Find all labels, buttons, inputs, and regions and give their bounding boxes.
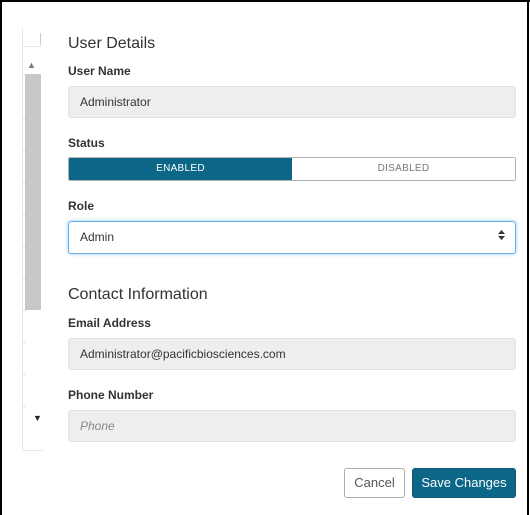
user-name-label: User Name xyxy=(68,64,131,78)
list-divider xyxy=(23,342,26,343)
window-frame-right xyxy=(527,0,529,515)
email-field: Administrator@pacificbiosciences.com xyxy=(68,338,516,370)
email-label: Email Address xyxy=(68,316,151,330)
phone-label: Phone Number xyxy=(68,388,154,402)
save-changes-button[interactable]: Save Changes xyxy=(412,468,516,498)
scrollbar-thumb[interactable] xyxy=(25,74,41,310)
role-label: Role xyxy=(68,199,95,213)
list-header xyxy=(22,28,42,47)
scroll-up-arrow-icon[interactable]: ▲ xyxy=(27,60,36,70)
contact-information-heading: Contact Information xyxy=(68,286,208,303)
user-name-field: Administrator xyxy=(68,86,516,118)
window-frame-top xyxy=(0,0,530,2)
status-toggle: ENABLED DISABLED xyxy=(68,157,516,181)
list-divider xyxy=(23,374,26,375)
status-enabled-option[interactable]: ENABLED xyxy=(69,158,292,180)
phone-field[interactable]: Phone xyxy=(68,410,516,442)
cancel-button[interactable]: Cancel xyxy=(344,468,405,498)
user-details-heading: User Details xyxy=(68,35,156,52)
status-label: Status xyxy=(68,136,105,150)
role-select[interactable]: Admin xyxy=(68,221,516,254)
role-select-value: Admin xyxy=(80,230,115,244)
list-divider xyxy=(23,310,26,311)
select-updown-arrows-icon xyxy=(498,222,505,253)
scroll-down-arrow-icon[interactable]: ▼ xyxy=(33,413,42,423)
list-divider xyxy=(23,406,26,407)
window-frame-left xyxy=(0,0,2,515)
status-disabled-option[interactable]: DISABLED xyxy=(292,158,515,180)
